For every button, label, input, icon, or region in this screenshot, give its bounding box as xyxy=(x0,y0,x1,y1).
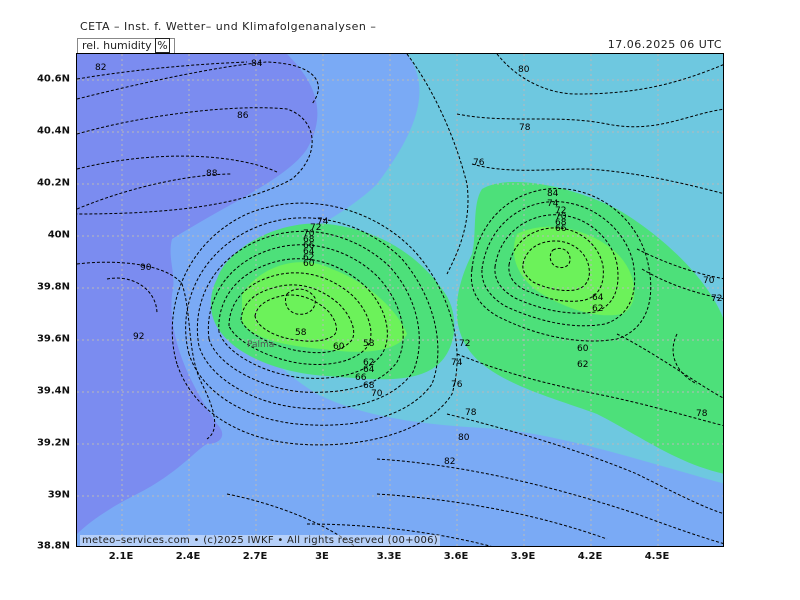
contour-label: 80 xyxy=(458,433,470,443)
lat-label: 40N xyxy=(47,229,70,241)
contour-label: 58 xyxy=(295,328,307,338)
contour-label: 78 xyxy=(465,408,477,418)
contour-label: 90 xyxy=(140,263,152,273)
lon-label: 4.2E xyxy=(577,551,603,562)
valid-time: 17.06.2025 06 UTC xyxy=(607,38,722,51)
place-label-palma: Palma xyxy=(247,340,274,350)
contour-label: 70 xyxy=(371,389,383,399)
contour-label: 62 xyxy=(577,360,588,370)
contour-label: 70 xyxy=(703,276,715,286)
lat-label: 39N xyxy=(47,489,70,501)
footer-credit: meteo–services.com • (c)2025 IWKF • All … xyxy=(80,535,441,546)
contour-label: 62 xyxy=(592,304,603,314)
lat-label: 40.2N xyxy=(36,177,70,189)
contour-label: 74 xyxy=(451,358,463,368)
contour-label: 78 xyxy=(519,123,531,133)
lon-label: 2.4E xyxy=(175,551,201,562)
lon-label: 3.3E xyxy=(376,551,402,562)
lon-label: 3E xyxy=(315,551,329,562)
contour-label: 66 xyxy=(555,224,567,234)
contour-label: 72 xyxy=(711,294,722,304)
lon-label: 4.5E xyxy=(644,551,670,562)
parameter-label: rel. humidity % xyxy=(77,38,175,54)
lat-label: 39.6N xyxy=(36,333,70,345)
lon-label: 3.6E xyxy=(443,551,469,562)
contour-label: 92 xyxy=(133,332,144,342)
contour-label: 64 xyxy=(592,293,604,303)
contour-label: 72 xyxy=(459,339,470,349)
parameter-unit: % xyxy=(155,38,170,53)
contour-label: 58 xyxy=(363,339,375,349)
contour-label: 84 xyxy=(547,189,559,199)
lon-label: 3.9E xyxy=(510,551,536,562)
humidity-field: 82 84 86 88 90 92 80 78 76 74 72 70 68 6… xyxy=(77,54,723,546)
lat-label: 39.8N xyxy=(36,281,70,293)
lat-label: 38.8N xyxy=(36,540,70,552)
contour-label: 82 xyxy=(95,63,106,73)
contour-label: 82 xyxy=(444,457,455,467)
parameter-name: rel. humidity xyxy=(82,39,152,52)
lat-label: 40.6N xyxy=(36,73,70,85)
contour-label: 60 xyxy=(303,259,315,269)
header-title: CETA – Inst. f. Wetter– und Klimafolgena… xyxy=(80,20,377,33)
lat-label: 39.2N xyxy=(36,437,70,449)
lon-label: 2.1E xyxy=(108,551,134,562)
contour-label: 84 xyxy=(251,59,263,69)
contour-label: 80 xyxy=(518,65,530,75)
contour-label: 86 xyxy=(237,111,249,121)
contour-label: 60 xyxy=(333,342,345,352)
weather-map[interactable]: 82 84 86 88 90 92 80 78 76 74 72 70 68 6… xyxy=(76,53,724,547)
contour-label: 78 xyxy=(696,409,708,419)
lat-label: 39.4N xyxy=(36,385,70,397)
lon-label: 2.7E xyxy=(242,551,268,562)
contour-label: 76 xyxy=(473,158,485,168)
contour-label: 76 xyxy=(451,380,463,390)
contour-label: 60 xyxy=(577,344,589,354)
lat-label: 40.4N xyxy=(36,125,70,137)
contour-label: 88 xyxy=(206,169,218,179)
